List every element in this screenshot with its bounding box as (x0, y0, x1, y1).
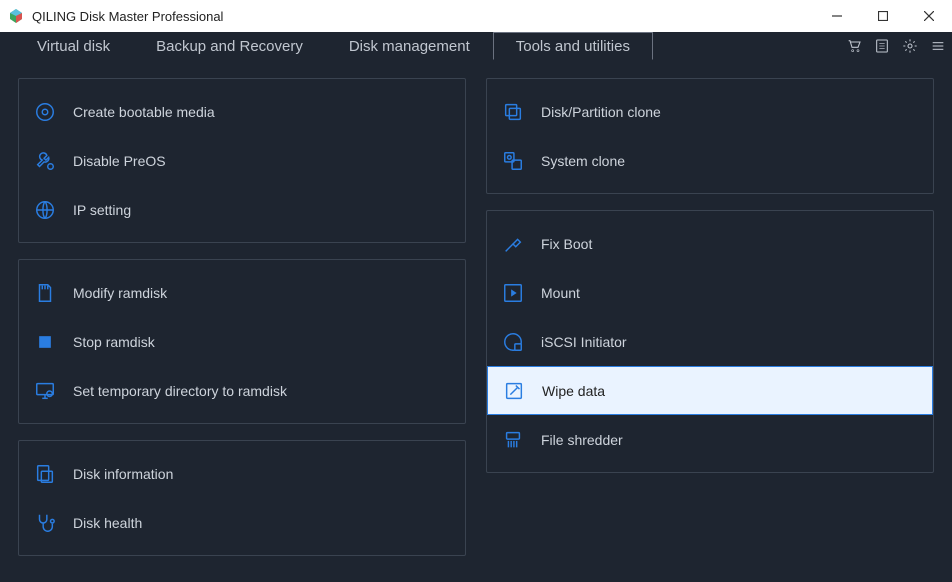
item-label: System clone (541, 153, 625, 169)
boot-panel: Create bootable media Disable PreOS IP s… (18, 78, 466, 243)
log-icon[interactable] (868, 32, 896, 60)
screwdriver-icon (501, 232, 525, 256)
minimize-button[interactable] (814, 0, 860, 32)
menu-icon[interactable] (924, 32, 952, 60)
network-icon (33, 198, 57, 222)
tab-virtual-disk[interactable]: Virtual disk (14, 32, 133, 60)
play-icon (501, 281, 525, 305)
item-label: Mount (541, 285, 580, 301)
modify-ramdisk-item[interactable]: Modify ramdisk (19, 268, 465, 317)
disk-info-icon (33, 462, 57, 486)
fix-boot-item[interactable]: Fix Boot (487, 219, 933, 268)
item-label: File shredder (541, 432, 623, 448)
monitor-gear-icon (33, 379, 57, 403)
item-label: Modify ramdisk (73, 285, 167, 301)
app-logo-icon (8, 8, 24, 24)
stop-ramdisk-item[interactable]: Stop ramdisk (19, 317, 465, 366)
item-label: Wipe data (542, 383, 605, 399)
wipe-icon (502, 379, 526, 403)
ip-setting-item[interactable]: IP setting (19, 185, 465, 234)
disable-preos-item[interactable]: Disable PreOS (19, 136, 465, 185)
tabbar: Virtual disk Backup and Recovery Disk ma… (0, 32, 952, 60)
item-label: Create bootable media (73, 104, 215, 120)
set-temp-dir-item[interactable]: Set temporary directory to ramdisk (19, 366, 465, 415)
diskinfo-panel: Disk information Disk health (18, 440, 466, 556)
close-button[interactable] (906, 0, 952, 32)
item-label: Fix Boot (541, 236, 592, 252)
clone-panel: Disk/Partition clone System clone (486, 78, 934, 194)
shredder-icon (501, 428, 525, 452)
wipe-data-item[interactable]: Wipe data (487, 366, 933, 415)
item-label: Disable PreOS (73, 153, 166, 169)
iscsi-initiator-item[interactable]: iSCSI Initiator (487, 317, 933, 366)
clone-icon (501, 100, 525, 124)
disc-icon (33, 100, 57, 124)
disk-partition-clone-item[interactable]: Disk/Partition clone (487, 87, 933, 136)
tab-tools-utilities[interactable]: Tools and utilities (493, 32, 653, 60)
item-label: Disk/Partition clone (541, 104, 661, 120)
disk-health-item[interactable]: Disk health (19, 498, 465, 547)
disk-information-item[interactable]: Disk information (19, 449, 465, 498)
sdcard-icon (33, 281, 57, 305)
stethoscope-icon (33, 511, 57, 535)
item-label: Stop ramdisk (73, 334, 155, 350)
item-label: iSCSI Initiator (541, 334, 627, 350)
mount-item[interactable]: Mount (487, 268, 933, 317)
system-clone-item[interactable]: System clone (487, 136, 933, 185)
create-bootable-media-item[interactable]: Create bootable media (19, 87, 465, 136)
titlebar: QILING Disk Master Professional (0, 0, 952, 32)
item-label: Disk health (73, 515, 142, 531)
item-label: Disk information (73, 466, 173, 482)
stop-icon (33, 330, 57, 354)
ramdisk-panel: Modify ramdisk Stop ramdisk Set temporar… (18, 259, 466, 424)
item-label: Set temporary directory to ramdisk (73, 383, 287, 399)
utility-panel: Fix Boot Mount iSCSI Initiator Wipe data… (486, 210, 934, 473)
file-shredder-item[interactable]: File shredder (487, 415, 933, 464)
left-column: Create bootable media Disable PreOS IP s… (18, 78, 466, 556)
wrench-gear-icon (33, 149, 57, 173)
maximize-button[interactable] (860, 0, 906, 32)
cart-icon[interactable] (840, 32, 868, 60)
window-title: QILING Disk Master Professional (32, 9, 223, 24)
tab-disk-management[interactable]: Disk management (326, 32, 493, 60)
item-label: IP setting (73, 202, 131, 218)
system-clone-icon (501, 149, 525, 173)
settings-icon[interactable] (896, 32, 924, 60)
target-icon (501, 330, 525, 354)
right-column: Disk/Partition clone System clone Fix Bo… (486, 78, 934, 556)
content-area: Create bootable media Disable PreOS IP s… (0, 60, 952, 556)
tab-backup-recovery[interactable]: Backup and Recovery (133, 32, 326, 60)
